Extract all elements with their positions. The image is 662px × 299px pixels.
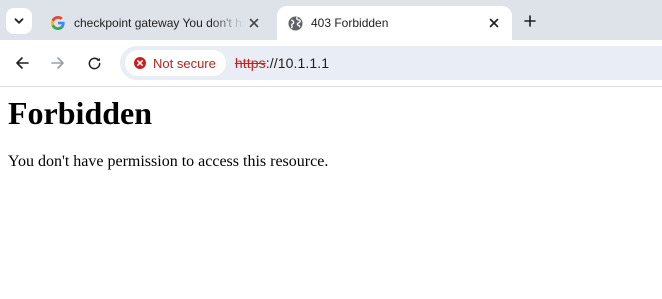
close-icon[interactable] bbox=[244, 13, 264, 33]
toolbar: Not secure https://10.1.1.1 bbox=[0, 40, 662, 87]
back-button[interactable] bbox=[10, 51, 34, 75]
not-secure-warning-icon bbox=[133, 56, 147, 70]
tab-title: checkpoint gateway You don't have permis… bbox=[74, 16, 244, 30]
arrow-right-icon bbox=[51, 57, 64, 69]
google-g-icon bbox=[50, 15, 66, 31]
tab-403-forbidden[interactable]: 403 Forbidden bbox=[277, 6, 512, 40]
tab-strip: checkpoint gateway You don't have permis… bbox=[0, 0, 662, 40]
browser-chrome: checkpoint gateway You don't have permis… bbox=[0, 0, 662, 87]
address-bar[interactable]: Not secure https://10.1.1.1 bbox=[120, 46, 662, 80]
arrow-left-icon bbox=[16, 57, 29, 69]
tab-title: 403 Forbidden bbox=[311, 16, 389, 30]
security-indicator-button[interactable]: Not secure bbox=[125, 50, 226, 76]
chevron-down-icon bbox=[14, 18, 24, 24]
page-title: Forbidden bbox=[8, 95, 153, 131]
globe-icon bbox=[287, 15, 303, 31]
url-text[interactable]: https://10.1.1.1 bbox=[235, 55, 329, 71]
new-tab-button[interactable] bbox=[518, 10, 542, 32]
close-icon[interactable] bbox=[484, 13, 504, 33]
page-content: Forbidden You don't have permission to a… bbox=[0, 95, 662, 171]
tab-search-button[interactable] bbox=[6, 8, 32, 34]
error-message: You don't have permission to access this… bbox=[8, 153, 329, 170]
security-label: Not secure bbox=[153, 55, 216, 71]
reload-button[interactable] bbox=[82, 51, 106, 75]
url-host: ://10.1.1.1 bbox=[265, 55, 330, 71]
reload-icon bbox=[88, 57, 100, 69]
plus-icon bbox=[524, 15, 536, 27]
url-scheme: https bbox=[234, 55, 266, 71]
tab-checkpoint-gateway[interactable]: checkpoint gateway You don't have permis… bbox=[40, 6, 272, 40]
forward-button[interactable] bbox=[46, 51, 70, 75]
